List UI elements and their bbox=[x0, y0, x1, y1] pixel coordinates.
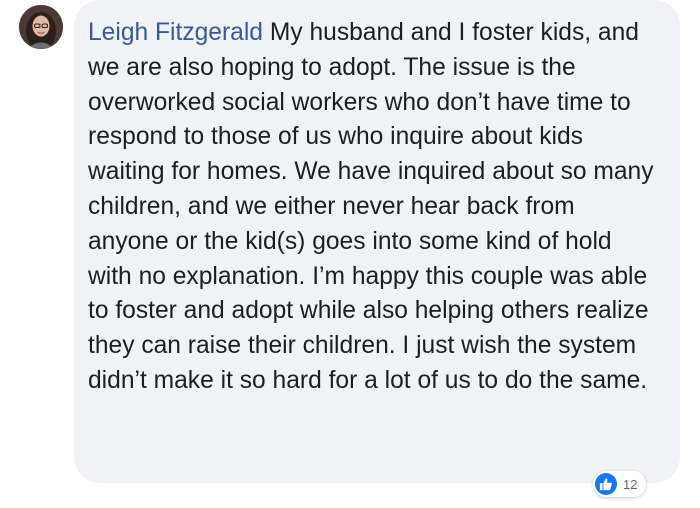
reaction-count: 12 bbox=[623, 476, 638, 492]
comment-text: My husband and I foster kids, and we are… bbox=[88, 19, 654, 394]
avatar[interactable] bbox=[19, 5, 63, 49]
comment-bubble: Leigh Fitzgerald My husband and I foster… bbox=[74, 0, 680, 483]
like-icon bbox=[595, 473, 617, 495]
comment-body: Leigh Fitzgerald My husband and I foster… bbox=[88, 16, 660, 399]
comment-author-link[interactable]: Leigh Fitzgerald bbox=[88, 19, 263, 46]
comment-container: Leigh Fitzgerald My husband and I foster… bbox=[0, 0, 700, 508]
profile-photo-icon bbox=[19, 5, 63, 49]
reaction-summary[interactable]: 12 bbox=[593, 471, 647, 497]
